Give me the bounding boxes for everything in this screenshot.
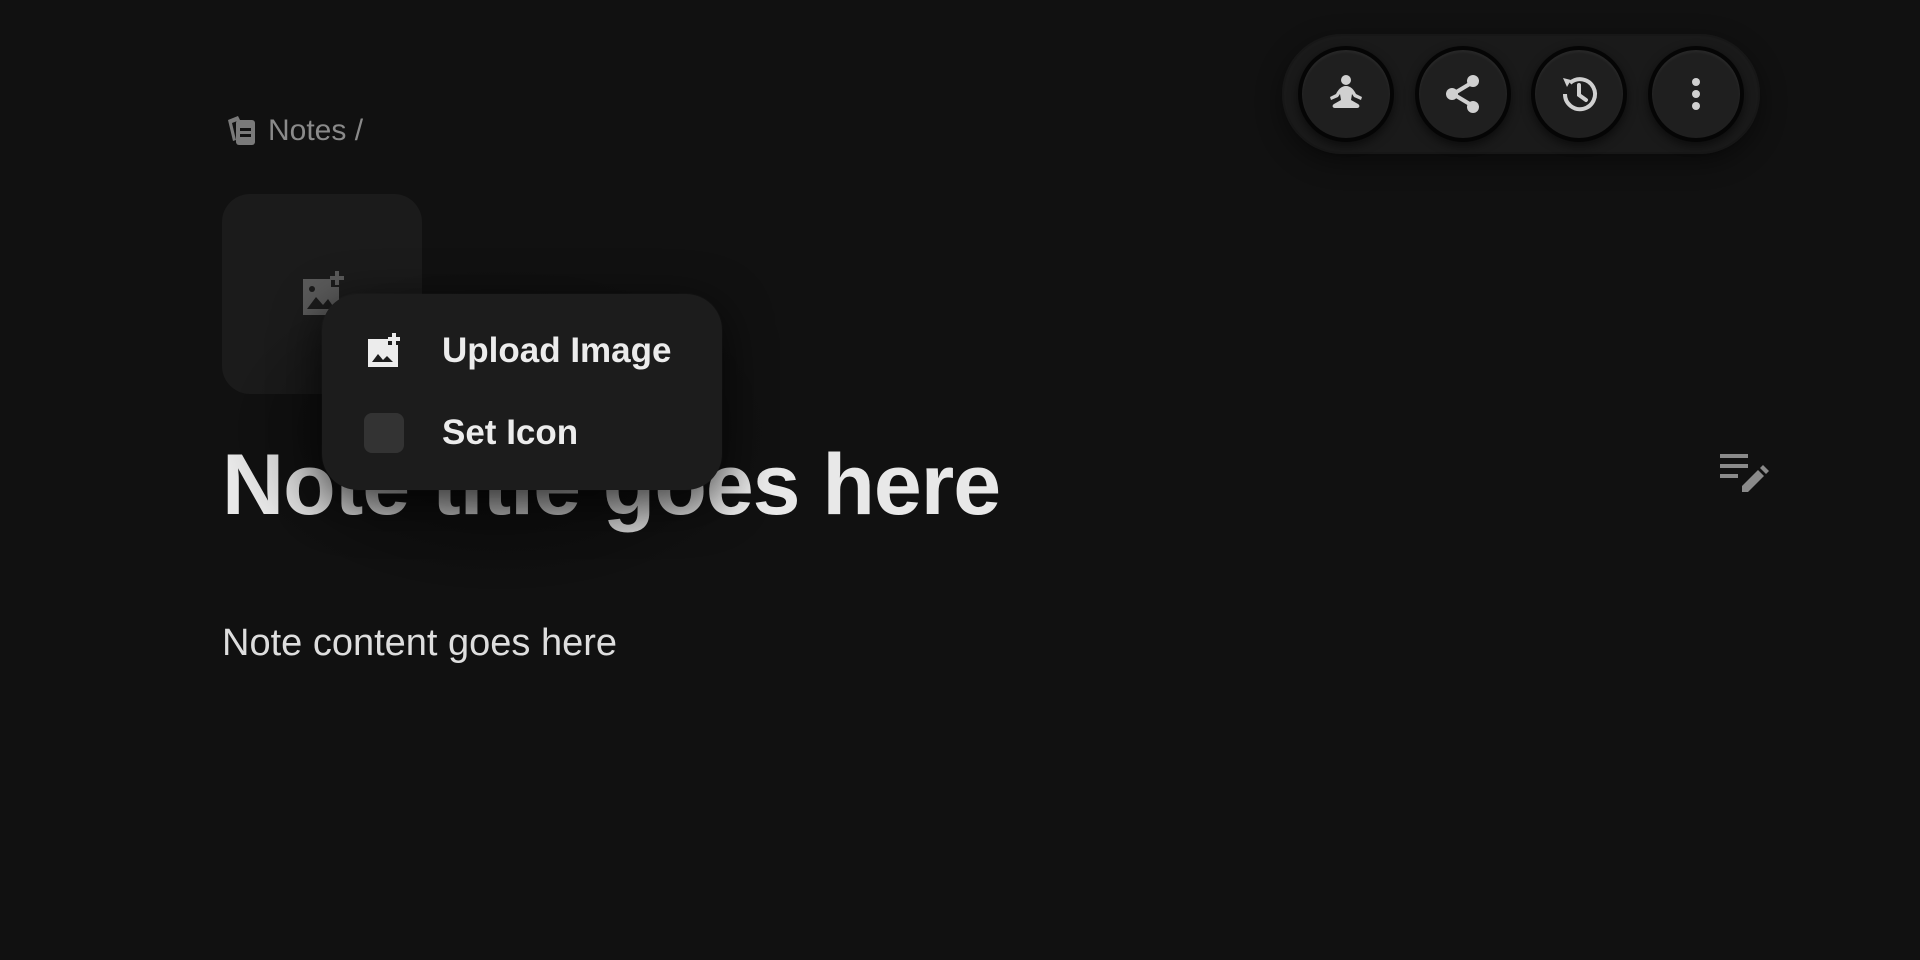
menu-item-label: Upload Image xyxy=(442,331,672,370)
more-options-button[interactable] xyxy=(1647,46,1744,142)
icon-swatch xyxy=(364,413,404,453)
menu-item-label: Set Icon xyxy=(442,413,579,452)
add-photo-icon xyxy=(364,331,404,371)
app-root: Notes / Note here Note content goes here… xyxy=(0,0,1920,960)
breadcrumb-label[interactable]: Notes / xyxy=(268,114,363,148)
history-icon xyxy=(1557,72,1601,116)
edit-note-button[interactable] xyxy=(1718,450,1770,500)
menu-item-upload-image[interactable]: Upload Image xyxy=(322,310,722,392)
focus-mode-button[interactable] xyxy=(1298,46,1395,142)
swatch-square-icon xyxy=(364,413,404,453)
note-content[interactable]: Note content goes here xyxy=(222,622,617,665)
cover-popup-menu: Upload Image Set Icon xyxy=(322,294,722,490)
note-toolbar xyxy=(1282,34,1760,154)
notes-stack-icon xyxy=(224,114,258,148)
meditation-icon xyxy=(1324,72,1368,116)
share-icon xyxy=(1441,72,1485,116)
more-vertical-icon xyxy=(1674,72,1718,116)
share-button[interactable] xyxy=(1414,46,1511,142)
history-button[interactable] xyxy=(1531,46,1628,142)
breadcrumb: Notes / xyxy=(224,114,363,148)
edit-list-icon xyxy=(1718,450,1770,500)
menu-item-set-icon[interactable]: Set Icon xyxy=(322,392,722,474)
